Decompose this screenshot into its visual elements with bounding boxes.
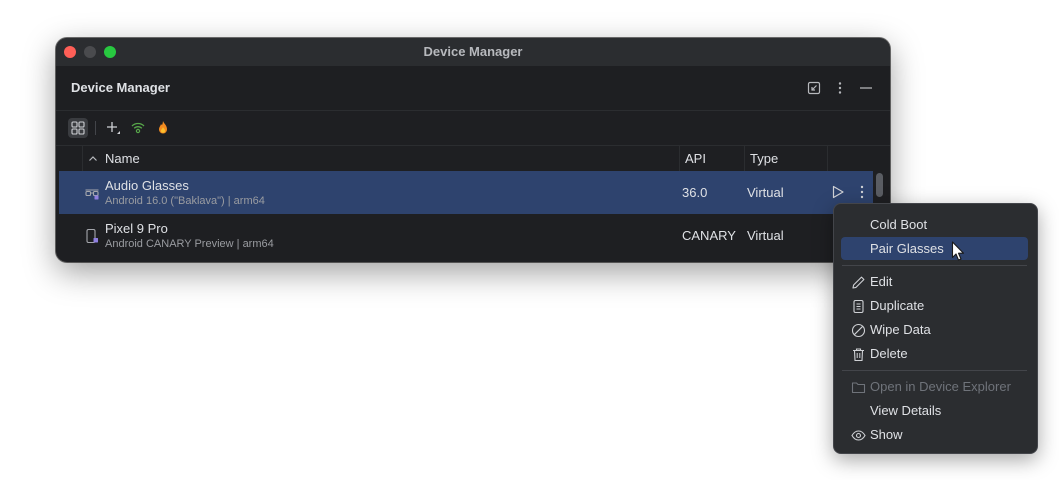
menu-item-wipe-data[interactable]: Wipe Data [841,318,1028,341]
eye-icon [851,427,866,442]
more-vertical-icon[interactable] [832,80,848,96]
wifi-pairing-icon[interactable] [128,118,148,138]
menu-item-view-details[interactable]: View Details [841,399,1028,422]
menu-separator [842,265,1027,266]
device-api: CANARY [682,228,736,243]
device-row-pixel-9-pro[interactable]: Pixel 9 Pro Android CANARY Preview | arm… [59,214,873,257]
more-actions-icon[interactable] [854,184,870,200]
table-scrollbar[interactable] [876,173,883,197]
pencil-icon [851,274,866,289]
wipe-icon [851,322,866,338]
column-header-api[interactable]: API [685,146,706,171]
menu-item-duplicate[interactable]: Duplicate [841,294,1028,317]
trash-icon [851,346,866,362]
menu-item-delete[interactable]: Delete [841,342,1028,365]
minimize-icon[interactable] [858,80,874,96]
collapse-icon[interactable] [806,80,822,96]
menu-item-edit[interactable]: Edit [841,270,1028,293]
device-manager-window: Device Manager Device Manager Name API T… [56,38,890,262]
phone-device-icon [84,228,100,244]
device-context-menu: Cold Boot Pair Glasses Edit Duplicate Wi… [833,203,1038,454]
group-view-icon[interactable] [68,118,88,138]
device-type: Virtual [747,228,784,243]
toolbar-divider [95,121,96,135]
column-divider [827,146,828,171]
column-header-type[interactable]: Type [750,146,778,171]
window-titlebar[interactable]: Device Manager [56,38,890,66]
menu-separator [842,370,1027,371]
toolbar [56,111,890,146]
menu-item-cold-boot[interactable]: Cold Boot [841,213,1028,236]
glasses-device-icon [84,185,100,201]
device-row-audio-glasses[interactable]: Audio Glasses Android 16.0 ("Baklava") |… [59,171,873,214]
folder-icon [851,379,866,394]
menu-item-pair-glasses[interactable]: Pair Glasses [841,237,1028,260]
panel-header: Device Manager [56,66,890,111]
firebase-icon[interactable] [153,118,173,138]
menu-item-show[interactable]: Show [841,423,1028,446]
play-icon[interactable] [830,184,846,200]
device-name: Pixel 9 Pro [105,221,168,236]
column-divider [82,146,83,171]
device-details: Android 16.0 ("Baklava") | arm64 [105,195,265,207]
menu-item-open-in-device-explorer[interactable]: Open in Device Explorer [841,375,1028,398]
device-details: Android CANARY Preview | arm64 [105,238,274,250]
column-divider [744,146,745,171]
duplicate-icon [851,298,866,314]
column-header-name-label: Name [105,151,140,166]
device-name: Audio Glasses [105,178,189,193]
column-divider [679,146,680,171]
table-header: Name API Type [56,146,890,171]
device-type: Virtual [747,185,784,200]
panel-title: Device Manager [71,80,170,95]
device-api: 36.0 [682,185,708,200]
add-device-icon[interactable] [103,118,123,138]
mouse-pointer-icon [951,241,965,263]
window-title: Device Manager [423,44,523,59]
